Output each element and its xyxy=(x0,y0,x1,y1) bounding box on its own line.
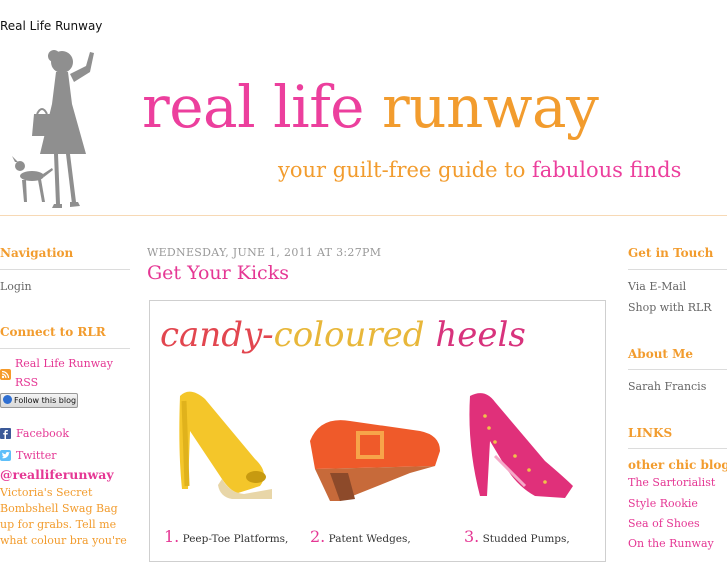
follow-blog-button[interactable]: Follow this blog xyxy=(0,393,78,408)
connect-heading: Connect to RLR xyxy=(0,325,106,339)
woman-silhouette-logo xyxy=(12,50,94,208)
follow-button-label: Follow this blog xyxy=(14,396,77,405)
follow-icon xyxy=(3,395,12,404)
image-title-part2: coloured xyxy=(273,315,425,355)
email-link[interactable]: Via E-Mail xyxy=(628,280,686,293)
twitter-icon xyxy=(0,450,11,461)
site-tagline: your guilt-free guide to fabulous finds xyxy=(278,158,681,182)
about-me-heading: About Me xyxy=(628,347,694,361)
navigation-heading: Navigation xyxy=(0,246,74,260)
logo-title-part2: runway xyxy=(381,73,599,141)
header-divider xyxy=(0,215,727,216)
image-title-part1: candy- xyxy=(160,315,274,355)
facebook-label: Facebook xyxy=(16,427,70,440)
orange-patent-wedge-shoe-image xyxy=(310,420,440,501)
rss-feed-title-link[interactable]: Real Life Runway xyxy=(15,357,113,370)
blog-link[interactable]: The Sartorialist xyxy=(628,476,715,489)
get-in-touch-heading: Get in Touch xyxy=(628,246,714,260)
blog-link[interactable]: Sea of Shoes xyxy=(628,517,700,530)
post-title[interactable]: Get Your Kicks xyxy=(147,262,289,284)
login-link[interactable]: Login xyxy=(0,280,32,293)
post-date: WEDNESDAY, JUNE 1, 2011 AT 3:27PM xyxy=(147,246,382,259)
sidebar-divider xyxy=(0,348,130,349)
sidebar-divider xyxy=(628,369,727,370)
sidebar-divider xyxy=(628,269,727,270)
shoe-label-2-text: Patent Wedges, xyxy=(328,533,411,545)
site-logo-title[interactable]: real life runway xyxy=(142,78,599,136)
facebook-link[interactable]: Facebook xyxy=(0,427,69,440)
other-chic-blogs-heading: other chic blogs xyxy=(628,458,727,472)
image-title: candy-coloured heels xyxy=(160,315,526,355)
tagline-part2: fabulous finds xyxy=(532,158,682,182)
shoe-number-3: 3. xyxy=(464,527,480,546)
shoe-label-3: 3. Studded Pumps, xyxy=(464,527,570,546)
shoe-number-2: 2. xyxy=(310,527,326,546)
rss-icon[interactable] xyxy=(0,369,11,380)
links-heading: LINKS xyxy=(628,426,673,440)
shoe-label-1: 1. Peep-Toe Platforms, xyxy=(164,527,288,546)
blog-link[interactable]: Style Rookie xyxy=(628,497,698,510)
tagline-part1: your guilt-free guide to xyxy=(278,158,526,182)
post-image-candy-heels[interactable]: candy-coloured heels 1. Peep-Toe Platfor… xyxy=(149,300,606,562)
latest-tweet-text: Victoria's Secret Bombshell Swag Bag up … xyxy=(0,486,127,547)
twitter-handle-link[interactable]: @realliferunway xyxy=(0,467,114,482)
site-title[interactable]: Real Life Runway xyxy=(0,19,102,33)
yellow-peep-toe-shoe-image xyxy=(179,391,272,499)
facebook-icon xyxy=(0,428,11,439)
about-name-link[interactable]: Sarah Francis xyxy=(628,380,706,393)
blog-link[interactable]: On the Runway xyxy=(628,537,714,550)
sidebar-divider xyxy=(628,448,727,449)
shoe-label-2: 2. Patent Wedges, xyxy=(310,527,411,546)
shoe-label-3-text: Studded Pumps, xyxy=(482,533,570,545)
shoe-label-1-text: Peep-Toe Platforms, xyxy=(182,533,289,545)
image-title-part3: heels xyxy=(435,315,526,355)
sidebar-divider xyxy=(0,269,130,270)
twitter-link[interactable]: Twitter xyxy=(0,449,57,462)
shop-link[interactable]: Shop with RLR xyxy=(628,301,712,314)
twitter-label: Twitter xyxy=(16,449,57,462)
shoe-number-1: 1. xyxy=(164,527,180,546)
logo-title-part1: real life xyxy=(142,73,365,141)
pink-studded-pump-shoe-image xyxy=(469,393,573,498)
rss-link[interactable]: RSS xyxy=(15,376,38,389)
